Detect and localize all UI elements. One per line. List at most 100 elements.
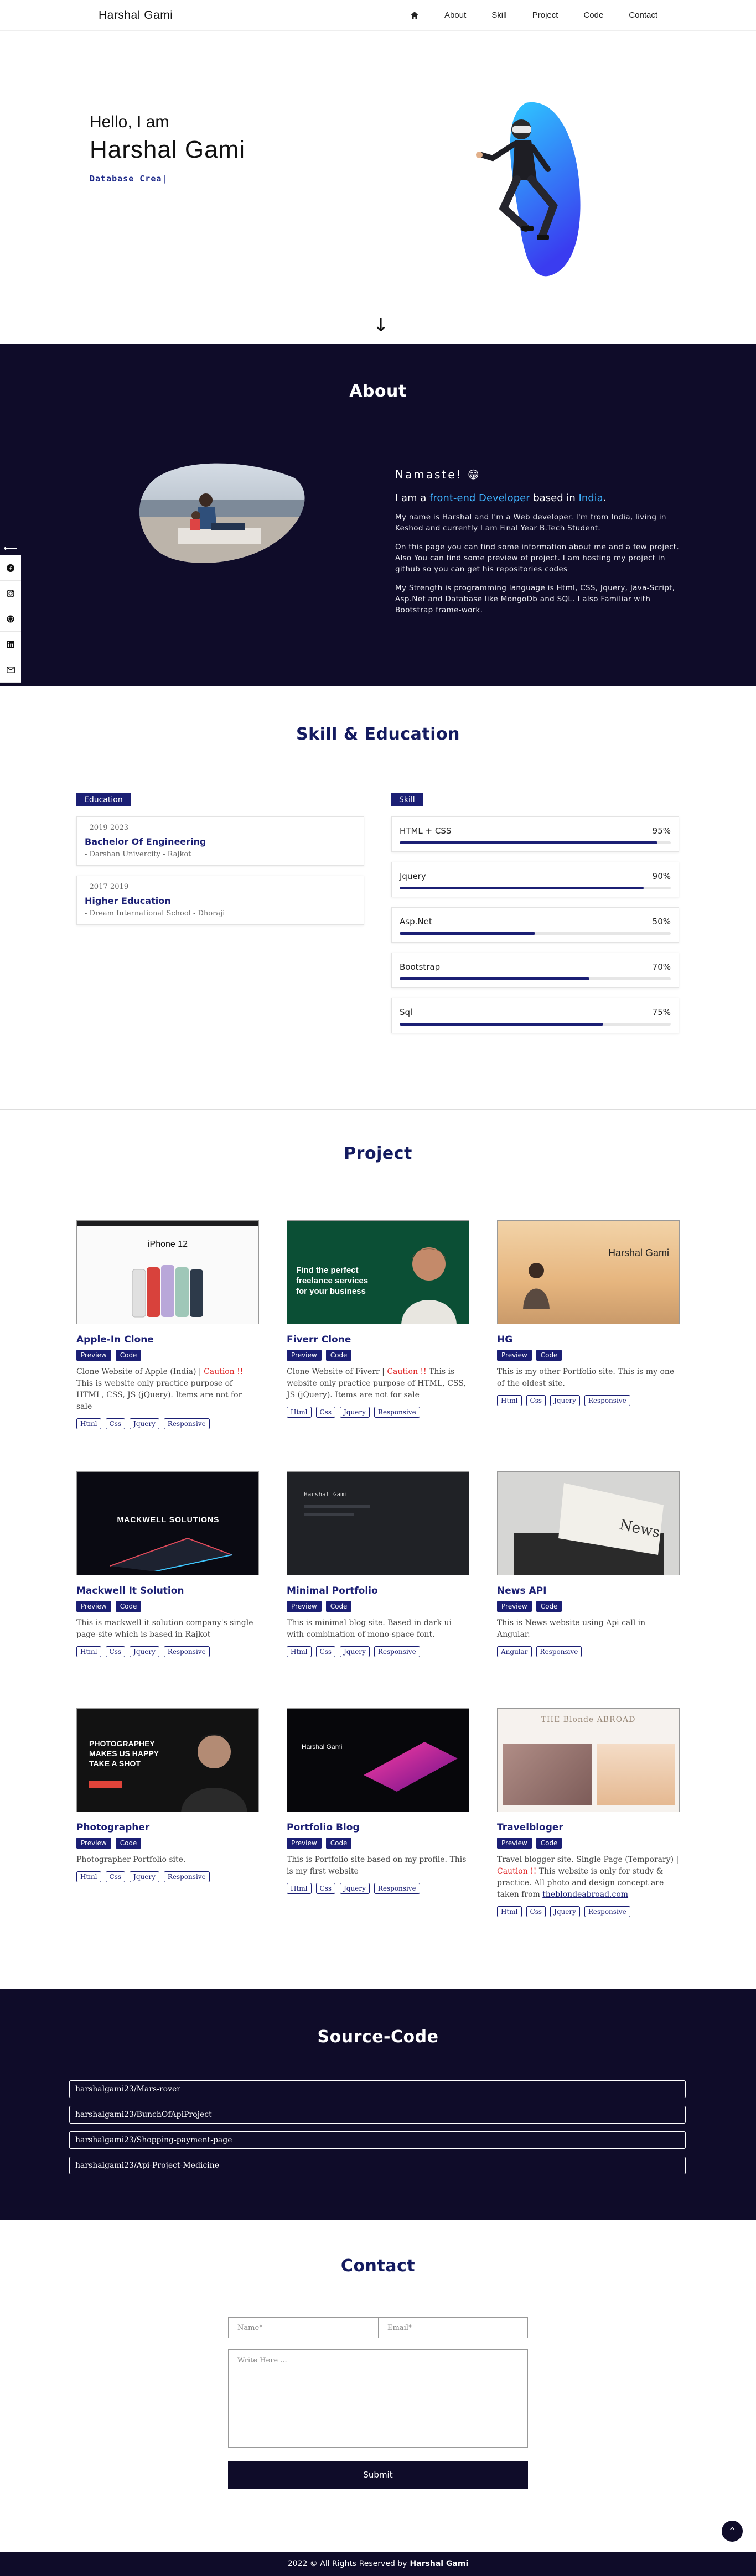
preview-button[interactable]: Preview	[76, 1350, 111, 1361]
skill-percent: 95%	[652, 826, 671, 836]
project-card: MACKWELL SOLUTIONS Mackwell It Solution …	[76, 1471, 259, 1657]
tech-tag: Responsive	[163, 1871, 210, 1882]
copyright-text: 2022 © All Rights Reserved by	[287, 2559, 407, 2568]
project-thumbnail[interactable]: Harshal Gami	[287, 1471, 469, 1575]
reference-link[interactable]: theblondeabroad.com	[542, 1890, 628, 1899]
code-button[interactable]: Code	[325, 1601, 352, 1612]
tech-tag: Responsive	[584, 1906, 630, 1917]
code-button[interactable]: Code	[115, 1350, 142, 1361]
home-icon[interactable]	[410, 11, 419, 19]
skill-percent: 50%	[652, 917, 671, 927]
project-description: Clone Website of Apple (India) | Caution…	[76, 1367, 244, 1411]
project-description: This is Portfolio site based on my profi…	[287, 1855, 467, 1876]
brand-logo[interactable]: Harshal Gami	[99, 9, 173, 22]
project-description: Travel blogger site. Single Page (Tempor…	[497, 1855, 679, 1899]
scroll-to-top-button[interactable]: ⌃	[722, 2521, 743, 2542]
preview-button[interactable]: Preview	[497, 1350, 532, 1361]
project-card: THE Blonde ABROAD Travelbloger Preview Co…	[497, 1708, 680, 1917]
project-name: Apple-In Clone	[76, 1334, 154, 1345]
nav-link-skill[interactable]: Skill	[491, 11, 507, 20]
preview-button[interactable]: Preview	[76, 1601, 111, 1612]
skill-card: Asp.Net 50%	[391, 907, 679, 943]
skill-label: Skill	[391, 793, 423, 806]
preview-button[interactable]: Preview	[287, 1350, 322, 1361]
typed-text: Database Crea|	[90, 174, 168, 184]
project-thumbnail[interactable]: MACKWELL SOLUTIONS	[76, 1471, 259, 1575]
preview-button[interactable]: Preview	[287, 1838, 322, 1849]
code-button[interactable]: Code	[536, 1350, 562, 1361]
tech-tag: Html	[76, 1646, 101, 1657]
hero-text: Hello, I am Harshal Gami Database Crea|	[90, 113, 245, 184]
project-name: Photographer	[76, 1822, 150, 1833]
skill-progress-bar	[400, 977, 589, 980]
namaste-heading: Namaste! 😁	[395, 468, 481, 481]
code-button[interactable]: Code	[115, 1838, 142, 1849]
code-button[interactable]: Code	[325, 1350, 352, 1361]
tech-tag: Css	[105, 1418, 126, 1429]
github-icon[interactable]	[0, 606, 21, 632]
facebook-icon[interactable]	[0, 555, 21, 581]
tech-tag: Responsive	[374, 1646, 420, 1657]
project-description: This is minimal blog site. Based in dark…	[287, 1619, 452, 1639]
tech-tag: Html	[497, 1395, 522, 1406]
instagram-icon[interactable]	[0, 581, 21, 606]
email-field[interactable]: Email*	[378, 2317, 528, 2338]
tech-tag: Css	[526, 1906, 546, 1917]
nav-link-code[interactable]: Code	[583, 11, 603, 20]
tech-tag: Css	[105, 1871, 126, 1882]
name-field[interactable]: Name*	[228, 2317, 378, 2338]
nav-link-contact[interactable]: Contact	[629, 11, 657, 20]
code-button[interactable]: Code	[325, 1838, 352, 1849]
preview-button[interactable]: Preview	[76, 1838, 111, 1849]
mail-icon[interactable]	[0, 657, 21, 683]
nav-link-about[interactable]: About	[444, 11, 466, 20]
skill-card: HTML + CSS 95%	[391, 816, 679, 852]
source-code-section: Source-Code harshalgami23/Mars-rover har…	[0, 1989, 756, 2220]
project-thumbnail[interactable]: News	[497, 1471, 680, 1575]
project-description: This is News website using Api call in A…	[497, 1619, 646, 1639]
submit-button[interactable]: Submit	[228, 2461, 528, 2489]
project-card: News News API Preview Code This is News w…	[497, 1471, 680, 1657]
code-button[interactable]: Code	[115, 1601, 142, 1612]
about-paragraph-3: My Strength is programming language is H…	[395, 584, 675, 615]
preview-button[interactable]: Preview	[287, 1601, 322, 1612]
tech-tag: Html	[287, 1407, 312, 1418]
tech-tag: Responsive	[374, 1407, 420, 1418]
scroll-down-icon[interactable]: ↓	[373, 314, 389, 336]
message-textarea[interactable]: Write Here ...	[228, 2349, 528, 2448]
tech-tag: Angular	[497, 1646, 532, 1657]
social-toggle-button[interactable]: ⟵	[0, 541, 21, 555]
repo-link[interactable]: harshalgami23/Shopping-payment-page	[69, 2131, 686, 2149]
code-button[interactable]: Code	[536, 1601, 562, 1612]
nav-link-project[interactable]: Project	[532, 11, 558, 20]
skill-name: Jquery	[400, 871, 426, 881]
project-name: Portfolio Blog	[287, 1822, 360, 1833]
skill-name: Sql	[400, 1007, 413, 1017]
repo-link[interactable]: harshalgami23/Mars-rover	[69, 2080, 686, 2098]
skill-card: Sql 75%	[391, 998, 679, 1033]
project-thumbnail[interactable]: Find the perfect freelance services for …	[287, 1220, 469, 1324]
project-thumbnail[interactable]: iPhone 12	[76, 1220, 259, 1324]
tech-tag: Html	[287, 1883, 312, 1894]
tech-tag: Css	[105, 1646, 126, 1657]
project-description: This is my other Portfolio site. This is…	[497, 1367, 675, 1388]
tech-tag: Css	[315, 1646, 336, 1657]
code-button[interactable]: Code	[536, 1838, 562, 1849]
project-name: HG	[497, 1334, 513, 1345]
project-thumbnail[interactable]: Harshal Gami	[497, 1220, 680, 1324]
social-sidebar: ⟵	[0, 541, 21, 683]
skill-progress-bar	[400, 1023, 603, 1026]
project-description: This is mackwell it solution company's s…	[76, 1619, 253, 1639]
project-thumbnail[interactable]: Harshal Gami	[287, 1708, 469, 1812]
linkedin-icon[interactable]	[0, 632, 21, 657]
tech-tag: Responsive	[584, 1395, 630, 1406]
place-highlight: India	[578, 492, 603, 504]
project-thumbnail[interactable]: PHOTOGRAPHEY MAKES US HAPPY TAKE A SHOT	[76, 1708, 259, 1812]
repo-link[interactable]: harshalgami23/Api-Project-Medicine	[69, 2157, 686, 2174]
project-thumbnail[interactable]: THE Blonde ABROAD	[497, 1708, 680, 1812]
project-title: Project	[344, 1144, 412, 1163]
preview-button[interactable]: Preview	[497, 1838, 532, 1849]
repo-link[interactable]: harshalgami23/BunchOfApiProject	[69, 2106, 686, 2124]
education-column: Education - 2019-2023 Bachelor Of Engine…	[76, 793, 364, 925]
preview-button[interactable]: Preview	[497, 1601, 532, 1612]
